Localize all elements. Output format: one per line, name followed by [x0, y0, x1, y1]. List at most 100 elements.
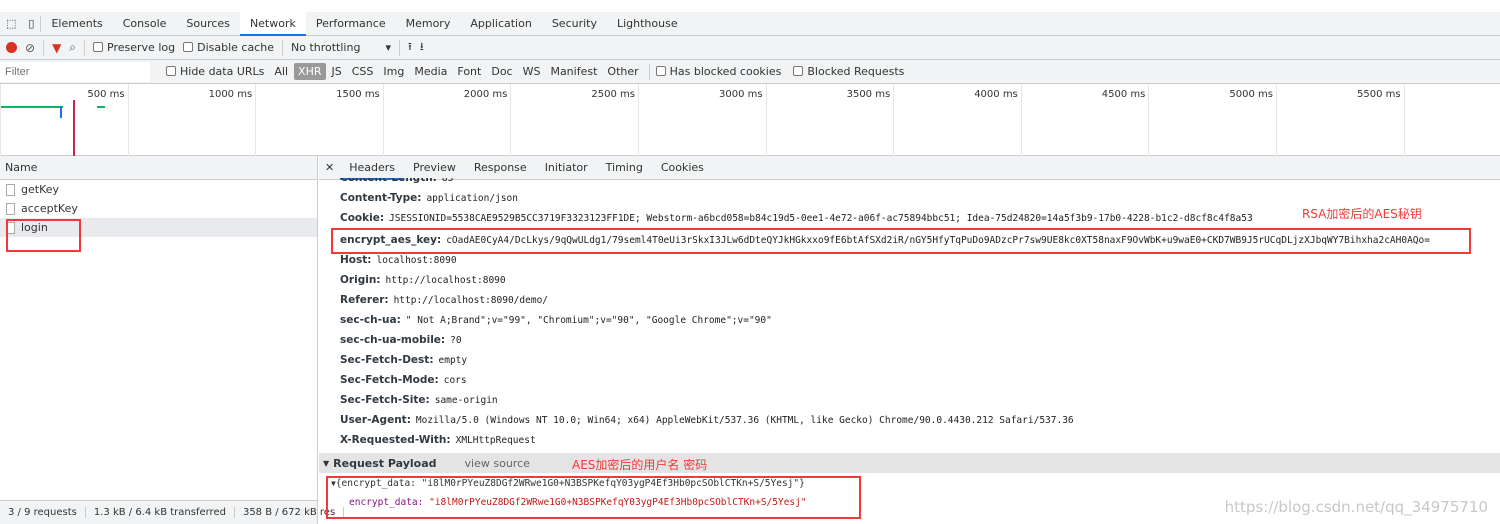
- header-name: Referer:: [340, 294, 389, 306]
- header-name: Host:: [340, 254, 372, 266]
- header-row: Sec-Fetch-Site: same-origin: [340, 394, 498, 406]
- filter-type-manifest[interactable]: Manifest: [546, 63, 601, 80]
- divider: [398, 39, 400, 56]
- tab-preview[interactable]: Preview: [404, 156, 465, 180]
- throttling-select[interactable]: No throttling ▾: [291, 41, 391, 54]
- filter-type-all[interactable]: All: [270, 63, 292, 80]
- tick-label: 5000 ms: [1229, 89, 1273, 100]
- annotation-box-login: [6, 219, 81, 252]
- tab-network[interactable]: Network: [239, 11, 306, 36]
- header-value: localhost:8090: [376, 255, 457, 266]
- file-icon: [6, 183, 15, 196]
- divider: [84, 39, 86, 56]
- tab-response[interactable]: Response: [465, 156, 536, 180]
- tab-console[interactable]: Console: [113, 12, 177, 36]
- tab-cookies[interactable]: Cookies: [652, 156, 713, 180]
- request-name: getKey: [21, 183, 60, 196]
- tick-label: 3500 ms: [846, 89, 891, 100]
- header-value: JSESSIONID=5538CAE9529B5CC3719F3323123FF…: [389, 213, 1253, 224]
- timeline-tick: 5500 ms: [1276, 84, 1404, 156]
- blocked-requests-checkbox[interactable]: Blocked Requests: [793, 65, 904, 78]
- filter-type-ws[interactable]: WS: [519, 63, 545, 80]
- tab-lighthouse[interactable]: Lighthouse: [607, 12, 688, 36]
- clear-icon[interactable]: ⊘: [25, 41, 35, 55]
- header-row: sec-ch-ua-mobile: ?0: [340, 334, 462, 346]
- name-column-header[interactable]: Name: [0, 156, 317, 180]
- network-overview-timeline[interactable]: 500 ms 1000 ms 1500 ms 2000 ms 2500 ms 3000 m…: [0, 84, 1500, 156]
- divider: [43, 39, 45, 56]
- header-value: same-origin: [434, 395, 498, 406]
- request-list: Name getKey acceptKey login 3 / 9 requests…: [0, 156, 345, 524]
- header-name: Sec-Fetch-Dest:: [340, 354, 434, 366]
- tab-elements[interactable]: Elements: [41, 12, 112, 36]
- tab-application[interactable]: Application: [460, 12, 541, 36]
- filter-type-xhr[interactable]: XHR: [294, 63, 326, 80]
- hide-data-urls-checkbox[interactable]: Hide data URLs: [166, 65, 264, 78]
- request-payload-header[interactable]: ▼ Request Payload view source: [319, 453, 1500, 473]
- tab-memory[interactable]: Memory: [396, 12, 461, 36]
- filter-type-css[interactable]: CSS: [348, 63, 378, 80]
- timeline-tick: 2500 ms: [510, 84, 638, 156]
- view-source-link[interactable]: view source: [465, 457, 530, 470]
- timeline-tick: 5000 ms: [1148, 84, 1276, 156]
- filter-type-img[interactable]: Img: [379, 63, 408, 80]
- request-name: acceptKey: [21, 202, 78, 215]
- header-value: http://localhost:8090: [385, 275, 506, 286]
- timeline-tick: 1500 ms: [255, 84, 383, 156]
- tab-timing[interactable]: Timing: [597, 156, 652, 180]
- tab-initiator[interactable]: Initiator: [536, 156, 597, 180]
- annotation-box-payload: [326, 476, 861, 519]
- record-icon[interactable]: [6, 42, 17, 53]
- header-name: User-Agent:: [340, 414, 411, 426]
- search-icon[interactable]: ⌕: [69, 40, 76, 55]
- header-row: Content-Type: application/json: [340, 192, 518, 204]
- disable-cache-checkbox[interactable]: Disable cache: [183, 41, 274, 54]
- header-name: sec-ch-ua:: [340, 314, 401, 326]
- has-blocked-cookies-checkbox[interactable]: Has blocked cookies: [655, 65, 781, 78]
- tick-label: 4000 ms: [974, 89, 1018, 100]
- tick-label: 1500 ms: [336, 89, 380, 100]
- filter-input[interactable]: [0, 61, 150, 82]
- devtools-tabbar: ⬚ ▯ Elements Console Sources Network Perform…: [0, 11, 1500, 36]
- header-value: " Not A;Brand";v="99", "Chromium";v="90"…: [405, 315, 772, 326]
- upload-icon[interactable]: ⭱: [408, 38, 412, 57]
- header-row: Sec-Fetch-Dest: empty: [340, 354, 467, 366]
- watermark: https://blog.csdn.net/qq_34975710: [1224, 498, 1488, 516]
- timeline-tick: 60: [1403, 84, 1500, 156]
- filter-type-js[interactable]: JS: [328, 63, 346, 80]
- header-row: Origin: http://localhost:8090: [340, 274, 506, 286]
- download-icon[interactable]: ⭳: [420, 38, 424, 57]
- header-name: sec-ch-ua-mobile:: [340, 334, 446, 346]
- header-row: Referer: http://localhost:8090/demo/: [340, 294, 548, 306]
- filter-type-media[interactable]: Media: [410, 63, 451, 80]
- header-name: Sec-Fetch-Mode:: [340, 374, 439, 386]
- filter-type-font[interactable]: Font: [453, 63, 485, 80]
- tab-performance[interactable]: Performance: [306, 12, 396, 36]
- header-row: Cookie: JSESSIONID=5538CAE9529B5CC3719F33…: [340, 212, 1253, 224]
- preserve-log-checkbox[interactable]: Preserve log: [93, 41, 175, 54]
- tick-label: 4500 ms: [1101, 89, 1146, 100]
- filter-type-doc[interactable]: Doc: [487, 63, 516, 80]
- timeline-tick: 4000 ms: [893, 84, 1021, 156]
- divider: [281, 39, 283, 56]
- timeline-tick: 1000 ms: [127, 84, 256, 156]
- request-row-getKey[interactable]: getKey: [0, 180, 317, 199]
- tab-security[interactable]: Security: [542, 12, 607, 36]
- timeline-tick: 2000 ms: [382, 84, 511, 156]
- tab-sources[interactable]: Sources: [176, 12, 240, 36]
- header-value: XMLHttpRequest: [455, 435, 536, 446]
- header-value: application/json: [426, 193, 518, 204]
- close-details-icon[interactable]: ✕: [319, 156, 340, 180]
- request-row-acceptKey[interactable]: acceptKey: [0, 199, 317, 218]
- tab-headers[interactable]: Headers: [340, 156, 405, 180]
- timeline-tick: 3000 ms: [638, 84, 766, 156]
- device-toolbar-icon[interactable]: ▯: [22, 12, 40, 36]
- status-bar: 3 / 9 requests 1.3 kB / 6.4 kB transferre…: [0, 500, 345, 524]
- inspect-icon[interactable]: ⬚: [0, 12, 22, 36]
- timeline-tick: 3500 ms: [765, 84, 894, 156]
- filter-icon[interactable]: ▼: [52, 41, 61, 55]
- tick-label: 500 ms: [87, 89, 125, 100]
- divider: [648, 63, 650, 80]
- tick-label: 5500 ms: [1357, 89, 1401, 100]
- filter-type-other[interactable]: Other: [603, 63, 642, 80]
